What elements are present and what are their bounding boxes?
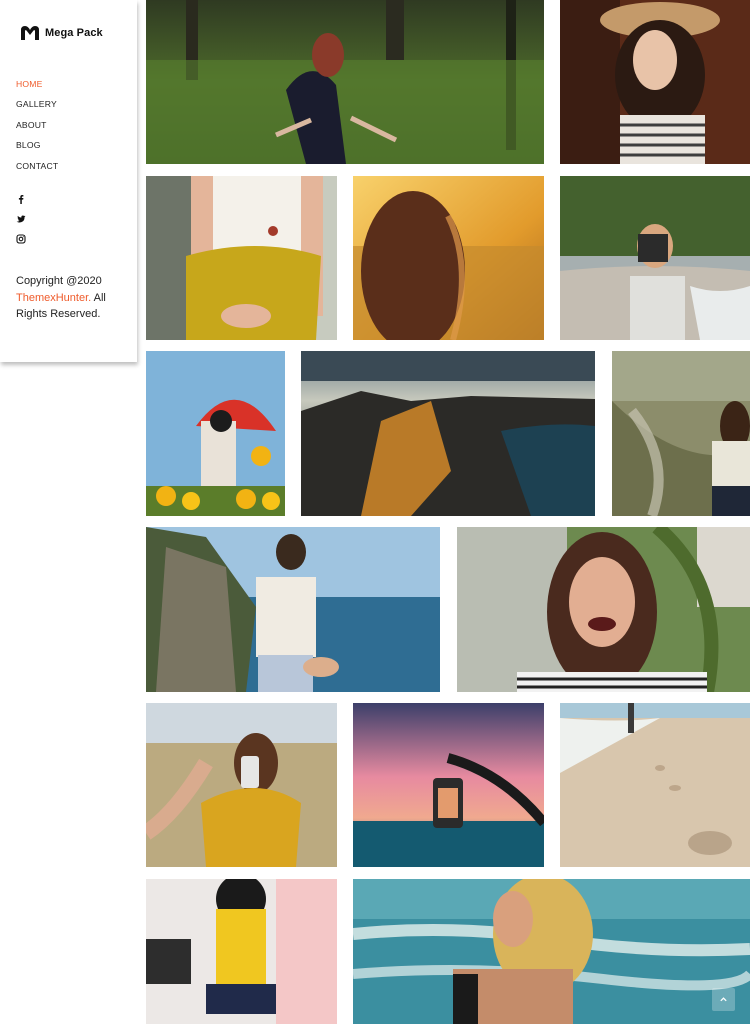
gallery-photo-hand-phone-yellow-sweater[interactable] bbox=[146, 703, 337, 867]
m-logo-icon bbox=[21, 26, 39, 40]
gallery-photo-mountain-lake-aerial[interactable] bbox=[301, 351, 595, 516]
gallery-photo-laughing-woman[interactable] bbox=[457, 527, 750, 692]
gallery-photo-sunset-field-hair[interactable] bbox=[353, 176, 544, 340]
nav-item-contact[interactable]: CONTACT bbox=[16, 160, 58, 180]
gallery-photo-beach-woman-back[interactable] bbox=[612, 351, 750, 516]
gallery-photo-red-umbrella-flowers[interactable] bbox=[146, 351, 285, 516]
nav-item-gallery[interactable]: GALLERY bbox=[16, 98, 58, 118]
sidebar: Mega Pack HOME GALLERY ABOUT BLOG CONTAC… bbox=[0, 0, 137, 362]
brand-logo[interactable]: Mega Pack bbox=[20, 25, 103, 41]
gallery-photo-lantern-pink-sky[interactable] bbox=[353, 703, 544, 867]
company-link[interactable]: ThemexHunter. bbox=[16, 292, 91, 304]
gallery-photo-yellow-skirt-necklace[interactable] bbox=[146, 176, 337, 340]
facebook-icon[interactable] bbox=[16, 194, 26, 204]
gallery-photo-cliff-ocean-hand[interactable] bbox=[146, 527, 440, 692]
nav-item-about[interactable]: ABOUT bbox=[16, 119, 58, 139]
instagram-icon[interactable] bbox=[16, 234, 26, 244]
twitter-icon[interactable] bbox=[16, 214, 26, 224]
nav-item-home[interactable]: HOME bbox=[16, 78, 58, 98]
gallery-photo-beach-camera-woman[interactable] bbox=[560, 176, 750, 340]
gallery-photo-forest-woman-wings[interactable] bbox=[146, 0, 544, 164]
chevron-up-icon bbox=[720, 997, 727, 1002]
nav-item-blog[interactable]: BLOG bbox=[16, 139, 58, 159]
social-links bbox=[16, 194, 26, 254]
brand-name: Mega Pack bbox=[45, 27, 103, 39]
copyright-prefix: Copyright @2020 bbox=[16, 275, 102, 287]
gallery-photo-beach-footprints[interactable] bbox=[560, 703, 750, 867]
gallery-photo-blonde-woman-ocean[interactable] bbox=[353, 879, 750, 1024]
copyright-text: Copyright @2020 ThemexHunter. All Rights… bbox=[16, 273, 126, 323]
main-nav: HOME GALLERY ABOUT BLOG CONTACT bbox=[16, 78, 58, 180]
scroll-to-top-button[interactable] bbox=[712, 988, 735, 1011]
gallery-photo-woman-straw-hat[interactable] bbox=[560, 0, 750, 164]
gallery-photo-yellow-top-store[interactable] bbox=[146, 879, 337, 1024]
